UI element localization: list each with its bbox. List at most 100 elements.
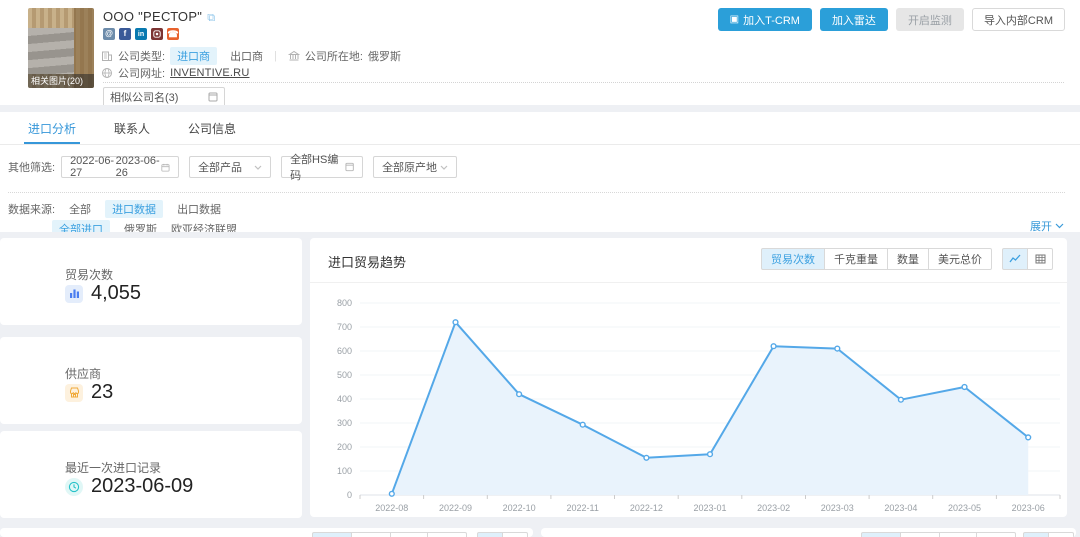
stat-value: 4,055 [91,282,141,305]
similar-companies-label: 相似公司名(3) [110,89,178,105]
tab-contacts[interactable]: 联系人 [114,112,150,144]
globe-icon [101,67,113,79]
view-toggle-group [1002,248,1053,270]
chart-title: 进口贸易趋势 [328,252,406,271]
filter-divider [8,192,1065,193]
data-source-label: 数据来源: [8,201,55,217]
website-link[interactable]: INVENTIVE.RU [170,67,249,79]
type-importer-chip[interactable]: 进口商 [170,47,217,65]
hs-code-value: 全部HS编码 [290,151,345,183]
website-label: 公司网址: [118,65,165,81]
facebook-icon[interactable]: f [119,28,131,40]
chevron-down-icon [1055,223,1064,229]
partial-icon-button[interactable] [1023,532,1049,537]
company-name: OOO "РЕСТОР"⧉ [103,9,215,25]
add-tcrm-button[interactable]: ▣ 加入T-CRM [718,8,812,31]
date-end: 2023-06-26 [116,155,162,179]
partial-icon-button[interactable] [1048,532,1074,537]
phone-icon[interactable]: ☎ [167,28,179,40]
svg-text:100: 100 [337,466,352,476]
start-monitor-button[interactable]: 开启监测 [896,8,964,31]
company-photo[interactable]: 相关图片(20) [28,8,94,88]
bank-icon [288,50,300,62]
similar-companies-select[interactable]: 相似公司名(3) [103,87,225,107]
partial-metric-group [861,532,1016,537]
stat-value: 2023-06-09 [91,475,193,498]
page-header: 相关图片(20) OOO "РЕСТОР"⧉ @ f in ☎ 公司类型: 进口… [0,0,1080,105]
analysis-panel: 进口分析 联系人 公司信息 其他筛选: 2022-06-27 2023-06-2… [0,112,1080,232]
import-trend-line-chart[interactable]: 01002003004005006007008002022-082022-092… [310,282,1067,517]
date-start: 2022-06-27 [70,155,116,179]
header-divider [103,82,1064,83]
origin-select-value: 全部原产地 [382,159,437,175]
table-view-icon[interactable] [1027,248,1053,270]
stat-card-suppliers: 供应商 23 [0,337,302,424]
hs-code-select[interactable]: 全部HS编码 [281,156,363,178]
metric-trade-count-button[interactable]: 贸易次数 [761,248,825,270]
panel-icon [208,92,218,102]
date-range-picker[interactable]: 2022-06-27 2023-06-26 [61,156,179,178]
copy-icon[interactable]: ⧉ [207,12,215,24]
company-type-row: 公司类型: 进口商 出口商 | 公司所在地: 俄罗斯 [101,47,401,65]
content-area: 贸易次数 4,055 供应商 23 最近一次进口记录 2023-06-09 进口… [0,232,1080,537]
product-select-value: 全部产品 [198,159,242,175]
add-radar-button[interactable]: 加入雷达 [820,8,888,31]
partial-metric-group [312,532,467,537]
partial-icon-button[interactable] [477,532,503,537]
stat-label: 最近一次进口记录 [65,459,161,476]
partial-button[interactable] [861,532,901,537]
svg-text:2022-11: 2022-11 [567,503,599,513]
svg-text:800: 800 [337,298,352,308]
source-all[interactable]: 全部 [69,201,91,217]
svg-text:2023-01: 2023-01 [693,503,726,513]
type-exporter-option[interactable]: 出口商 [230,48,263,64]
partial-button[interactable] [939,532,977,537]
partial-button[interactable] [312,532,352,537]
svg-text:2022-12: 2022-12 [630,503,663,513]
related-images-badge[interactable]: 相关图片(20) [28,74,94,88]
partial-view-group [477,532,528,537]
email-icon[interactable]: @ [103,28,115,40]
partial-button[interactable] [390,532,428,537]
store-icon [65,384,83,402]
section-gap [0,105,1080,112]
instagram-icon[interactable] [151,28,163,40]
metric-kg-weight-button[interactable]: 千克重量 [824,248,888,270]
crm-icon: ▣ [730,14,739,25]
metric-quantity-button[interactable]: 数量 [887,248,929,270]
line-chart-icon[interactable] [1002,248,1028,270]
svg-text:2022-09: 2022-09 [439,503,472,513]
product-select[interactable]: 全部产品 [189,156,271,178]
partial-button[interactable] [976,532,1016,537]
stat-card-trade-count: 贸易次数 4,055 [0,238,302,325]
bar-chart-icon [65,285,83,303]
partial-button[interactable] [900,532,940,537]
svg-text:200: 200 [337,442,352,452]
source-export[interactable]: 出口数据 [177,201,221,217]
svg-text:700: 700 [337,322,352,332]
clock-icon [65,478,83,496]
svg-text:2023-05: 2023-05 [948,503,981,513]
stat-label: 贸易次数 [65,266,113,283]
partial-icon-button[interactable] [502,532,528,537]
tab-import-analysis[interactable]: 进口分析 [28,112,76,144]
svg-text:2023-04: 2023-04 [884,503,917,513]
building-icon [101,50,113,62]
metric-usd-total-button[interactable]: 美元总价 [928,248,992,270]
stat-label: 供应商 [65,365,101,382]
svg-text:2023-03: 2023-03 [821,503,854,513]
import-crm-button[interactable]: 导入内部CRM [972,8,1065,31]
stat-card-last-import: 最近一次进口记录 2023-06-09 [0,431,302,518]
linkedin-icon[interactable]: in [135,28,147,40]
svg-text:2022-10: 2022-10 [503,503,536,513]
partial-button[interactable] [427,532,467,537]
tab-company-info[interactable]: 公司信息 [188,112,236,144]
partial-card-right [541,528,1076,537]
source-import[interactable]: 进口数据 [105,200,163,218]
svg-text:0: 0 [347,490,352,500]
partial-button[interactable] [351,532,391,537]
origin-select[interactable]: 全部原产地 [373,156,457,178]
partial-card-left [0,528,533,537]
svg-text:300: 300 [337,418,352,428]
filter-row: 其他筛选: 2022-06-27 2023-06-26 全部产品 全部HS编码 … [8,156,467,178]
